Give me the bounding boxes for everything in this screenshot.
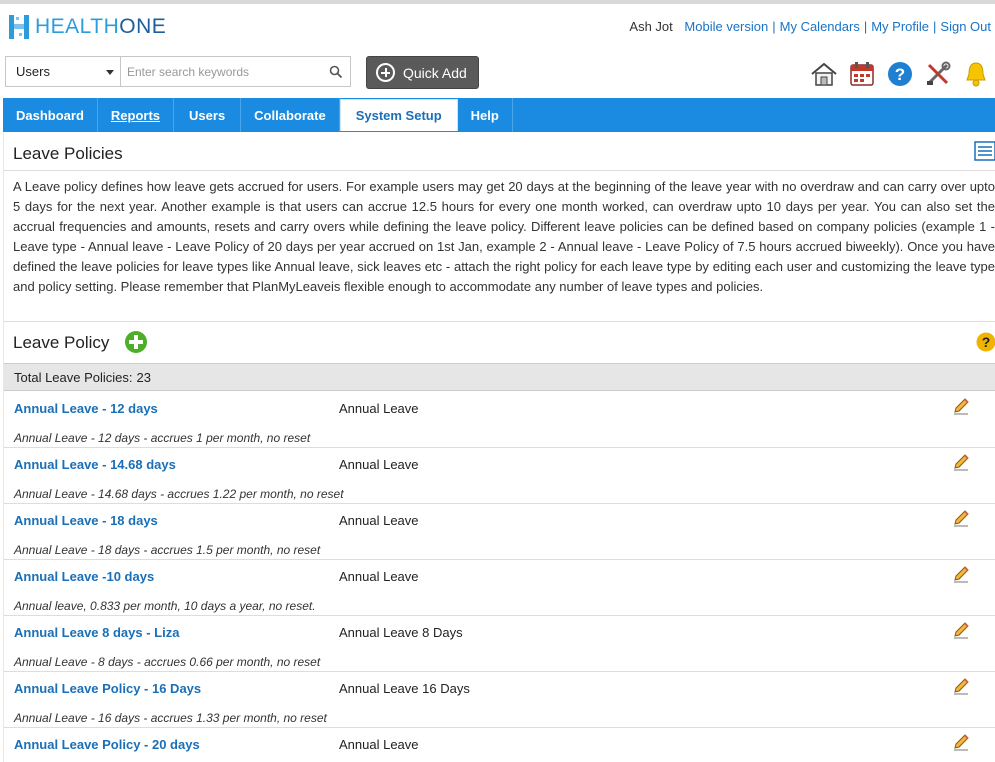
tab-collaborate[interactable]: Collaborate bbox=[241, 98, 340, 132]
plus-circle-icon bbox=[376, 63, 395, 82]
sign-out-link[interactable]: Sign Out bbox=[940, 19, 991, 34]
leave-policy-header: Leave Policy ? bbox=[4, 321, 995, 363]
policy-description: Annual Leave - 16 days - accrues 1.33 pe… bbox=[14, 711, 327, 725]
tab-dashboard[interactable]: Dashboard bbox=[3, 98, 98, 132]
policy-leave-type: Annual Leave bbox=[339, 513, 419, 528]
help-icon[interactable]: ? bbox=[881, 60, 919, 88]
search-box: Users bbox=[5, 56, 351, 87]
tab-reports[interactable]: Reports bbox=[98, 98, 175, 132]
page-description: A Leave policy defines how leave gets ac… bbox=[13, 179, 995, 294]
total-label: Total Leave Policies: bbox=[14, 369, 133, 385]
logo-text: HEALTHONE bbox=[35, 15, 167, 38]
policy-name-link[interactable]: Annual Leave -10 days bbox=[14, 569, 154, 584]
edit-pencil-icon[interactable] bbox=[952, 397, 970, 418]
policy-leave-type: Annual Leave bbox=[339, 569, 419, 584]
settings-tools-icon[interactable] bbox=[919, 60, 957, 88]
search-row: Users Quick Add bbox=[0, 50, 995, 98]
leave-policies-header: Leave Policies bbox=[4, 133, 995, 171]
section-help-icon[interactable]: ? bbox=[976, 332, 995, 355]
policy-name-link[interactable]: Annual Leave - 12 days bbox=[14, 401, 158, 416]
top-bar: HEALTHONE Ash Jot Mobile version | My Cale… bbox=[0, 0, 995, 50]
chevron-down-icon bbox=[106, 70, 114, 75]
policy-description: Annual Leave - 14.68 days - accrues 1.22… bbox=[14, 487, 344, 501]
page-title: Leave Policies bbox=[13, 144, 123, 163]
my-calendars-link[interactable]: My Calendars bbox=[780, 19, 860, 34]
notification-bell-icon[interactable] bbox=[957, 60, 995, 88]
my-profile-link[interactable]: My Profile bbox=[871, 19, 929, 34]
tab-users[interactable]: Users bbox=[174, 98, 242, 132]
policy-name-link[interactable]: Annual Leave Policy - 16 Days bbox=[14, 681, 201, 696]
search-input[interactable] bbox=[121, 57, 322, 86]
policy-row: Annual Leave Policy - 16 Days Annual Lea… bbox=[4, 672, 995, 728]
policy-name-link[interactable]: Annual Leave - 18 days bbox=[14, 513, 158, 528]
policy-row: Annual Leave - 18 days Annual Leave Annu… bbox=[4, 504, 995, 560]
policy-description: Annual leave, 0.833 per month, 10 days a… bbox=[14, 599, 316, 613]
edit-pencil-icon[interactable] bbox=[952, 677, 970, 698]
list-view-icon[interactable] bbox=[974, 141, 995, 164]
user-links: Ash Jot Mobile version | My Calendars | My P… bbox=[629, 19, 991, 34]
policy-leave-type: Annual Leave 16 Days bbox=[339, 681, 470, 696]
policy-leave-type: Annual Leave 8 Days bbox=[339, 625, 463, 640]
policy-leave-type: Annual Leave bbox=[339, 401, 419, 416]
section-title: Leave Policy bbox=[13, 333, 110, 352]
home-icon[interactable] bbox=[805, 60, 843, 88]
main-nav: Dashboard Reports Users Collaborate Syst… bbox=[3, 98, 995, 132]
edit-pencil-icon[interactable] bbox=[952, 621, 970, 642]
edit-pencil-icon[interactable] bbox=[952, 733, 970, 754]
toolbar-icons: ? bbox=[805, 60, 995, 88]
tab-system-setup[interactable]: System Setup bbox=[339, 99, 458, 131]
policy-list: Annual Leave - 12 days Annual Leave Annu… bbox=[4, 392, 995, 762]
policy-row: Annual Leave -10 days Annual Leave Annua… bbox=[4, 560, 995, 616]
svg-text:?: ? bbox=[895, 65, 905, 84]
edit-pencil-icon[interactable] bbox=[952, 565, 970, 586]
total-count: 23 bbox=[136, 369, 151, 385]
quick-add-button[interactable]: Quick Add bbox=[366, 56, 479, 89]
policy-name-link[interactable]: Annual Leave - 14.68 days bbox=[14, 457, 176, 472]
policy-row: Annual Leave - 14.68 days Annual Leave A… bbox=[4, 448, 995, 504]
policy-name-link[interactable]: Annual Leave 8 days - Liza bbox=[14, 625, 179, 640]
policy-leave-type: Annual Leave bbox=[339, 737, 419, 752]
user-name: Ash Jot bbox=[629, 19, 673, 34]
policy-name-link[interactable]: Annual Leave Policy - 20 days bbox=[14, 737, 200, 752]
search-icon[interactable] bbox=[322, 57, 350, 86]
policy-description: Annual Leave - 12 days - accrues 1 per m… bbox=[14, 431, 311, 445]
edit-pencil-icon[interactable] bbox=[952, 453, 970, 474]
search-category-select[interactable]: Users bbox=[6, 57, 121, 86]
svg-text:?: ? bbox=[982, 334, 991, 350]
policy-leave-type: Annual Leave bbox=[339, 457, 419, 472]
policy-row: Annual Leave Policy - 20 days Annual Lea… bbox=[4, 728, 995, 762]
policy-row: Annual Leave - 12 days Annual Leave Annu… bbox=[4, 392, 995, 448]
policy-row: Annual Leave 8 days - Liza Annual Leave … bbox=[4, 616, 995, 672]
policy-description: Annual Leave - 18 days - accrues 1.5 per… bbox=[14, 543, 321, 557]
policy-description: Annual Leave - 8 days - accrues 0.66 per… bbox=[14, 655, 321, 669]
logo[interactable]: HEALTHONE bbox=[7, 12, 166, 42]
add-policy-icon[interactable] bbox=[124, 330, 148, 357]
calendar-icon[interactable] bbox=[843, 60, 881, 88]
mobile-version-link[interactable]: Mobile version bbox=[684, 19, 768, 34]
tab-help[interactable]: Help bbox=[458, 98, 513, 132]
total-policies-bar: Total Leave Policies: 23 bbox=[4, 363, 995, 391]
edit-pencil-icon[interactable] bbox=[952, 509, 970, 530]
main-content: Leave Policies A Leave policy defines ho… bbox=[3, 133, 995, 762]
healthone-logo-icon bbox=[9, 15, 29, 39]
